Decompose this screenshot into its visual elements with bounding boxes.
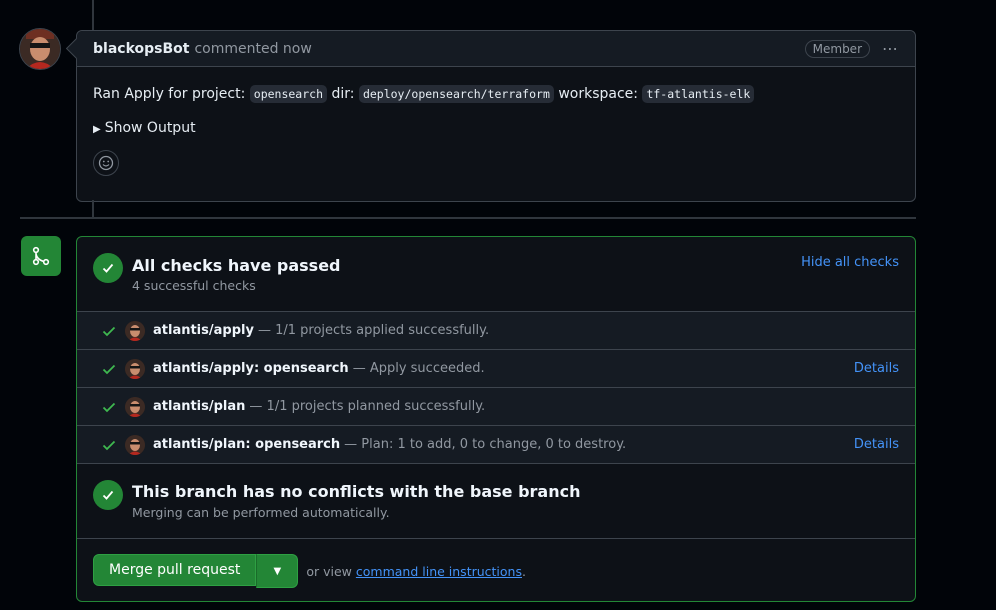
- check-icon: [102, 402, 116, 412]
- git-merge-icon: [21, 236, 61, 276]
- check-description: — 1/1 projects applied successfully.: [257, 323, 490, 338]
- dir-label: dir:: [331, 86, 355, 102]
- member-badge: Member: [804, 39, 870, 58]
- kebab-horizontal-icon[interactable]: ⋯: [882, 39, 899, 58]
- check-circle-icon: [93, 253, 123, 283]
- period: .: [522, 563, 526, 579]
- check-circle-icon: [93, 480, 123, 510]
- timeline-line: [92, 200, 94, 218]
- check-row: atlantis/apply — 1/1 projects applied su…: [77, 312, 915, 350]
- check-row: atlantis/plan — 1/1 projects planned suc…: [77, 388, 915, 426]
- comment-body: Ran Apply for project: opensearch dir: d…: [77, 67, 915, 176]
- check-app-avatar: [125, 320, 145, 341]
- comment-prefix: Ran Apply for project:: [93, 86, 246, 102]
- check-details-link[interactable]: Details: [854, 437, 899, 452]
- smiley-icon[interactable]: [93, 150, 119, 176]
- comment-header: blackopsBot commented now Member ⋯: [77, 31, 915, 67]
- triangle-down-icon: ▼: [273, 565, 282, 577]
- check-description: — 1/1 projects planned successfully.: [249, 399, 486, 414]
- check-details-link[interactable]: Details: [854, 361, 899, 376]
- check-icon: [102, 364, 116, 374]
- show-output-toggle[interactable]: ▶ Show Output: [93, 120, 899, 136]
- check-name: atlantis/plan: opensearch: [153, 437, 341, 452]
- project-code: opensearch: [249, 85, 328, 103]
- check-row: atlantis/apply: opensearch — Apply succe…: [77, 350, 915, 388]
- check-name: atlantis/apply: [153, 323, 254, 338]
- hide-all-checks-link[interactable]: Hide all checks: [801, 255, 899, 270]
- check-description: — Apply succeeded.: [352, 361, 485, 376]
- timeline-divider: [20, 217, 916, 219]
- or-view-text: or view: [306, 563, 352, 579]
- comment-author[interactable]: blackopsBot: [93, 41, 189, 57]
- triangle-right-icon: ▶: [93, 124, 101, 135]
- avatar[interactable]: [19, 28, 61, 70]
- show-output-label: Show Output: [104, 120, 196, 136]
- check-row: atlantis/plan: opensearch — Plan: 1 to a…: [77, 426, 915, 464]
- conflict-status: This branch has no conflicts with the ba…: [77, 464, 915, 539]
- check-icon: [102, 326, 116, 336]
- check-app-avatar: [125, 434, 145, 455]
- merge-pull-request-button[interactable]: Merge pull request: [93, 554, 257, 586]
- dir-code: deploy/opensearch/terraform: [358, 85, 554, 103]
- comment-timestamp: commented now: [194, 40, 312, 57]
- check-app-avatar: [125, 358, 145, 379]
- timeline-line: [92, 0, 94, 30]
- workspace-label: workspace:: [558, 86, 638, 102]
- conflict-title: This branch has no conflicts with the ba…: [132, 482, 581, 501]
- merge-options-dropdown[interactable]: ▼: [256, 554, 299, 588]
- comment-box: blackopsBot commented now Member ⋯ Ran A…: [65, 30, 916, 202]
- checks-title: All checks have passed: [132, 256, 341, 275]
- merge-actions: Merge pull request ▼ or view command lin…: [77, 539, 915, 601]
- merge-box: All checks have passed 4 successful chec…: [76, 236, 916, 602]
- check-app-avatar: [125, 396, 145, 417]
- checks-summary: All checks have passed 4 successful chec…: [77, 237, 915, 312]
- checks-subtitle: 4 successful checks: [132, 278, 256, 293]
- check-icon: [102, 440, 116, 450]
- merge-or-view: or view command line instructions.: [306, 564, 526, 579]
- check-description: — Plan: 1 to add, 0 to change, 0 to dest…: [344, 437, 627, 452]
- comment-text: Ran Apply for project: opensearch dir: d…: [93, 82, 899, 106]
- merge-button-group: Merge pull request ▼: [93, 554, 299, 588]
- workspace-code: tf-atlantis-elk: [642, 85, 755, 103]
- conflict-subtitle: Merging can be performed automatically.: [132, 505, 390, 520]
- check-name: atlantis/plan: [153, 399, 246, 414]
- command-line-instructions-link[interactable]: command line instructions: [356, 564, 522, 579]
- check-name: atlantis/apply: opensearch: [153, 361, 349, 376]
